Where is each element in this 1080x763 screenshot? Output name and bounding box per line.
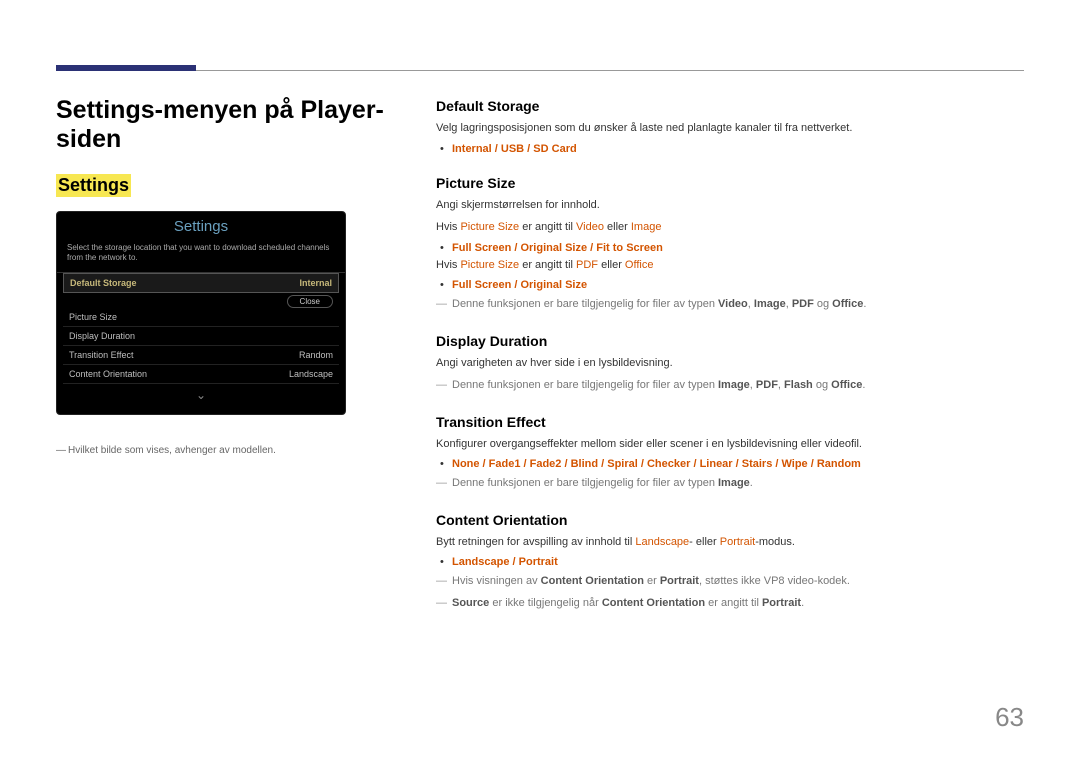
- note: Denne funksjonen er bare tilgjengelig fo…: [436, 475, 1024, 492]
- osd-description: Select the storage location that you wan…: [57, 239, 345, 273]
- chevron-down-icon: ⌄: [57, 384, 345, 402]
- osd-row-content-orientation: Content Orientation Landscape: [63, 365, 339, 384]
- osd-row-default-storage: Default Storage Internal: [63, 273, 339, 293]
- text: Konfigurer overgangseffekter mellom side…: [436, 436, 1024, 453]
- option-list: Internal / USB / SD Card: [452, 143, 1024, 155]
- osd-row-picture-size: Picture Size: [63, 308, 339, 327]
- text: Velg lagringsposisjonen som du ønsker å …: [436, 120, 1024, 137]
- heading-transition-effect: Transition Effect: [436, 414, 1024, 430]
- option-list: None / Fade1 / Fade2 / Blind / Spiral / …: [452, 458, 1024, 470]
- osd-row-label: Picture Size: [69, 312, 117, 322]
- osd-row-display-duration: Display Duration: [63, 327, 339, 346]
- osd-row-label: Default Storage: [70, 278, 137, 288]
- osd-close-button: Close: [287, 295, 333, 308]
- osd-row-label: Transition Effect: [69, 350, 134, 360]
- osd-preview: Settings Select the storage location tha…: [56, 211, 346, 415]
- divider-accent: [56, 65, 196, 71]
- text: Angi varigheten av hver side i en lysbil…: [436, 355, 1024, 372]
- osd-title: Settings: [57, 212, 345, 239]
- heading-default-storage: Default Storage: [436, 98, 1024, 114]
- note: Hvis visningen av Content Orientation er…: [436, 573, 1024, 590]
- note: Denne funksjonen er bare tilgjengelig fo…: [436, 296, 1024, 313]
- osd-row-transition-effect: Transition Effect Random: [63, 346, 339, 365]
- option-list: Full Screen / Original Size / Fit to Scr…: [452, 242, 1024, 254]
- divider: [56, 70, 1024, 71]
- text: Hvis Picture Size er angitt til PDF elle…: [436, 257, 1024, 274]
- osd-row-value: Internal: [299, 278, 332, 288]
- text: Angi skjermstørrelsen for innhold.: [436, 197, 1024, 214]
- option-list: Full Screen / Original Size: [452, 279, 1024, 291]
- osd-row-value: Random: [299, 350, 333, 360]
- heading-content-orientation: Content Orientation: [436, 512, 1024, 528]
- text: Bytt retningen for avspilling av innhold…: [436, 534, 1024, 551]
- right-column: Default Storage Velg lagringsposisjonen …: [436, 96, 1024, 616]
- page-title: Settings-menyen på Player-siden: [56, 96, 416, 154]
- content: Settings-menyen på Player-siden Settings…: [56, 96, 1024, 616]
- text: Hvis Picture Size er angitt til Video el…: [436, 219, 1024, 236]
- footnote-text: Hvilket bilde som vises, avhenger av mod…: [68, 445, 276, 456]
- note: Source er ikke tilgjengelig når Content …: [436, 595, 1024, 612]
- heading-picture-size: Picture Size: [436, 175, 1024, 191]
- option-list: Landscape / Portrait: [452, 556, 1024, 568]
- note: Denne funksjonen er bare tilgjengelig fo…: [436, 377, 1024, 394]
- page-number: 63: [995, 702, 1024, 733]
- highlight-settings: Settings: [56, 174, 131, 197]
- osd-rows: Default Storage Internal Close Picture S…: [57, 273, 345, 384]
- footnote: ―Hvilket bilde som vises, avhenger av mo…: [56, 445, 416, 456]
- osd-row-label: Content Orientation: [69, 369, 147, 379]
- left-column: Settings-menyen på Player-siden Settings…: [56, 96, 436, 616]
- osd-row-value: Landscape: [289, 369, 333, 379]
- osd-row-label: Display Duration: [69, 331, 135, 341]
- heading-display-duration: Display Duration: [436, 333, 1024, 349]
